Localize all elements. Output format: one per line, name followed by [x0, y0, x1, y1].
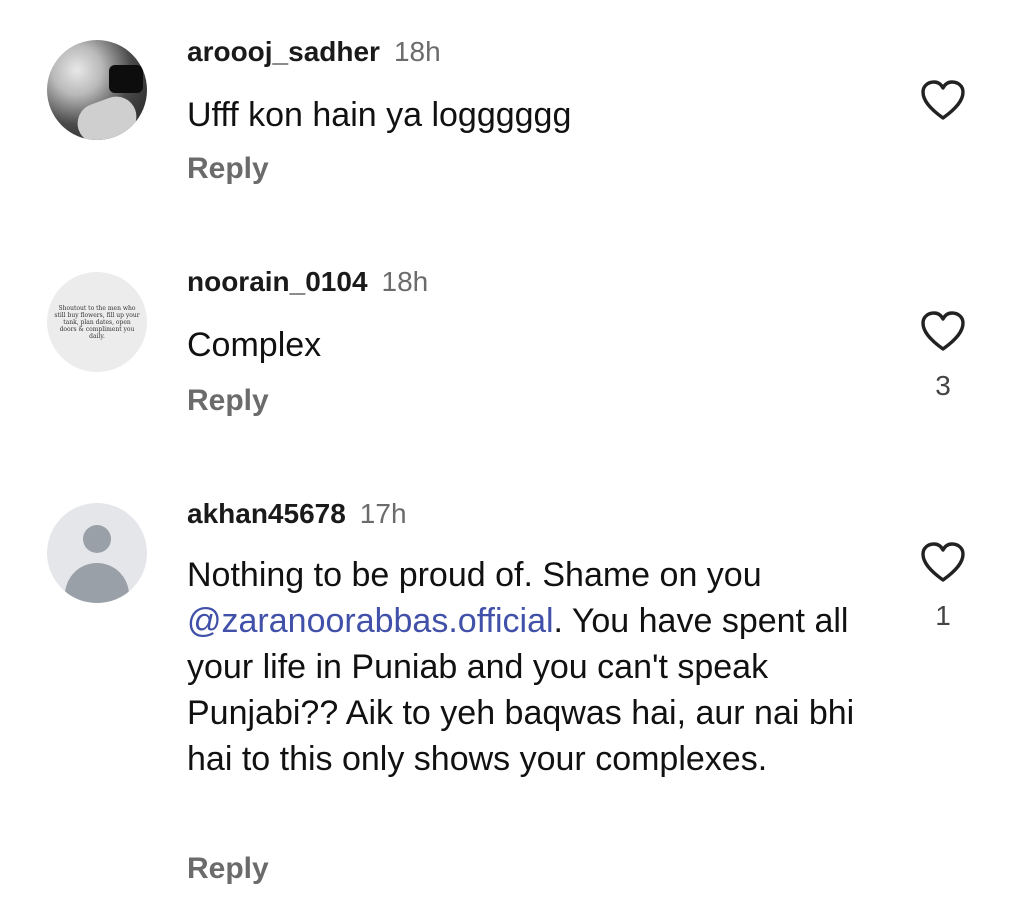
comment-text-part: Nothing to be proud of. Shame on you: [187, 556, 762, 594]
heart-outline-icon[interactable]: [919, 540, 967, 584]
timestamp: 18h: [381, 266, 429, 297]
username[interactable]: akhan45678: [187, 498, 346, 530]
username[interactable]: aroooj_sadher: [187, 36, 380, 68]
heart-outline-icon[interactable]: [919, 309, 967, 353]
like-count: 1: [935, 600, 951, 631]
reply-button[interactable]: Reply: [187, 152, 269, 186]
reply-button[interactable]: Reply: [187, 384, 269, 418]
avatar[interactable]: Shoutout to the men who still buy flower…: [47, 272, 147, 372]
mention-link[interactable]: @zaranoorabbas.official: [187, 602, 554, 640]
like-count: 3: [935, 370, 951, 401]
reply-button[interactable]: Reply: [187, 852, 269, 886]
comment-header: akhan45678 17h: [187, 498, 407, 530]
timestamp: 18h: [393, 36, 441, 67]
username[interactable]: noorain_0104: [187, 266, 368, 298]
comment-text: Complex: [187, 326, 322, 364]
default-user-icon[interactable]: [47, 503, 147, 603]
avatar-quote-text: Shoutout to the men who still buy flower…: [54, 304, 140, 340]
comment-header: aroooj_sadher 18h: [187, 36, 441, 68]
comment-header: noorain_0104 18h: [187, 266, 428, 298]
comment-text: Nothing to be proud of. Shame on you @za…: [187, 552, 877, 782]
avatar[interactable]: [47, 40, 147, 140]
comment-text: Ufff kon hain ya logggggg: [187, 96, 572, 134]
heart-outline-icon[interactable]: [919, 78, 967, 122]
timestamp: 17h: [359, 498, 407, 529]
